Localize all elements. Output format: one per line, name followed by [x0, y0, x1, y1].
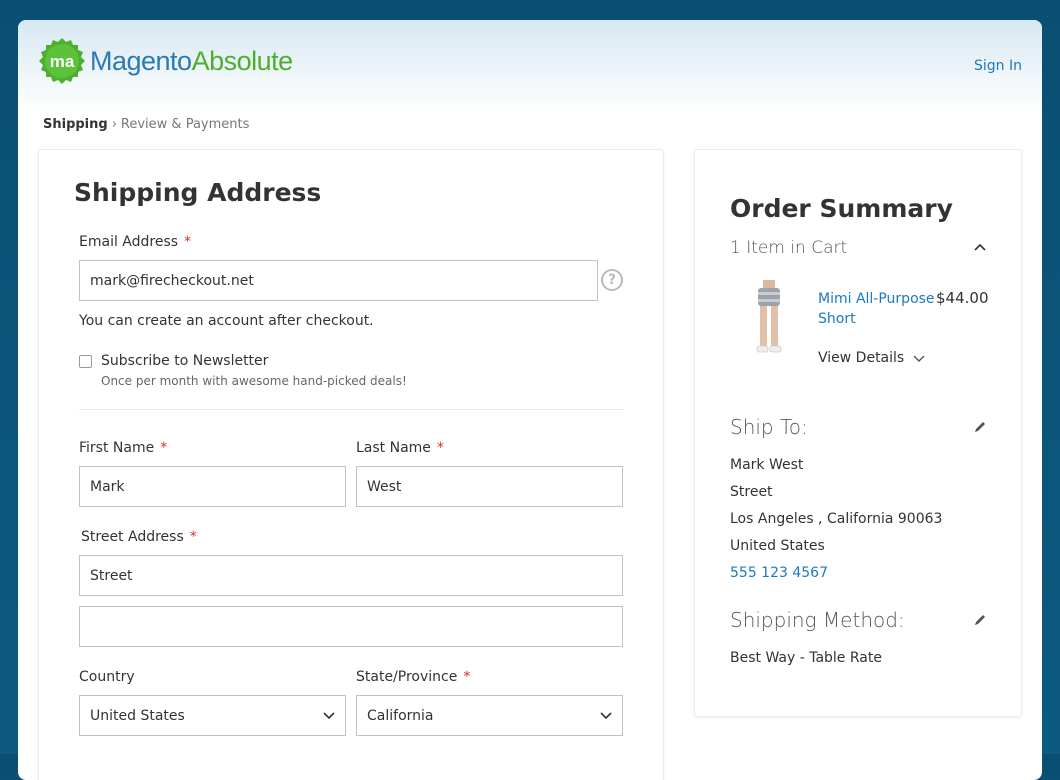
- order-summary-title: Order Summary: [730, 194, 953, 223]
- product-name-link[interactable]: Mimi All-Purpose Short: [818, 289, 936, 329]
- state-label: State/Province *: [356, 669, 471, 685]
- street-address-label: Street Address *: [81, 529, 197, 545]
- chevron-up-icon[interactable]: [973, 242, 987, 252]
- breadcrumb: Shipping › Review & Payments: [43, 117, 249, 132]
- chevron-down-icon: [913, 355, 925, 362]
- logo-word-a: Magento: [90, 45, 192, 76]
- chevron-down-icon: [323, 712, 335, 720]
- email-label: Email Address *: [79, 234, 192, 250]
- sign-in-link[interactable]: Sign In: [974, 58, 1022, 74]
- site-logo[interactable]: ma MagentoAbsolute: [38, 36, 293, 86]
- newsletter-checkbox[interactable]: [79, 355, 92, 368]
- email-field[interactable]: mark@firecheckout.net: [79, 260, 598, 301]
- country-value: United States: [90, 707, 185, 724]
- ship-to-street: Street: [730, 484, 773, 500]
- breadcrumb-separator: ›: [111, 117, 117, 132]
- view-details-toggle[interactable]: View Details: [818, 350, 925, 366]
- logo-word-b: Absolute: [191, 45, 294, 76]
- first-name-label: First Name *: [79, 440, 168, 456]
- breadcrumb-shipping: Shipping: [43, 117, 108, 132]
- ship-to-country: United States: [730, 538, 825, 554]
- product-thumbnail[interactable]: [747, 280, 791, 356]
- email-account-note: You can create an account after checkout…: [79, 313, 374, 329]
- logo-wordmark: MagentoAbsolute: [90, 46, 293, 77]
- shipping-method-title: Shipping Method:: [730, 608, 905, 632]
- street-line1-field[interactable]: Street: [79, 555, 623, 596]
- newsletter-label[interactable]: Subscribe to Newsletter: [101, 353, 268, 369]
- breadcrumb-review-payments[interactable]: Review & Payments: [121, 117, 249, 132]
- pencil-icon[interactable]: [973, 613, 987, 627]
- ship-to-name: Mark West: [730, 457, 804, 473]
- last-name-label: Last Name *: [356, 440, 444, 456]
- ship-to-city: Los Angeles , California 90063: [730, 511, 943, 527]
- ship-to-phone-link[interactable]: 555 123 4567: [730, 565, 828, 581]
- country-label: Country: [79, 669, 135, 685]
- page-frame: ma MagentoAbsolute Sign In Shipping › Revi…: [18, 20, 1042, 780]
- newsletter-note: Once per month with awesome hand-picked …: [101, 374, 407, 388]
- ship-to-title: Ship To:: [730, 415, 808, 439]
- shipping-method-value: Best Way - Table Rate: [730, 650, 882, 666]
- pencil-icon[interactable]: [973, 420, 987, 434]
- last-name-field[interactable]: West: [356, 466, 623, 507]
- order-summary-panel: Order Summary 1 Item in Cart Mimi All-Pu…: [694, 149, 1022, 717]
- form-divider: [79, 409, 624, 410]
- country-select[interactable]: United States: [79, 695, 346, 736]
- logo-mark: ma: [50, 52, 75, 71]
- state-select[interactable]: California: [356, 695, 623, 736]
- site-header: ma MagentoAbsolute Sign In: [18, 20, 1042, 115]
- product-price: $44.00: [936, 289, 989, 307]
- shipping-address-title: Shipping Address: [74, 178, 322, 207]
- items-in-cart-toggle[interactable]: 1 Item in Cart: [730, 238, 847, 258]
- state-value: California: [367, 707, 434, 724]
- view-details-label: View Details: [818, 350, 905, 366]
- street-line2-field[interactable]: [79, 606, 623, 647]
- shipping-address-panel: Shipping Address Email Address * mark@fir…: [38, 149, 664, 780]
- help-icon[interactable]: ?: [601, 269, 623, 291]
- first-name-field[interactable]: Mark: [79, 466, 346, 507]
- logo-badge-icon: ma: [38, 37, 86, 85]
- chevron-down-icon: [600, 712, 612, 720]
